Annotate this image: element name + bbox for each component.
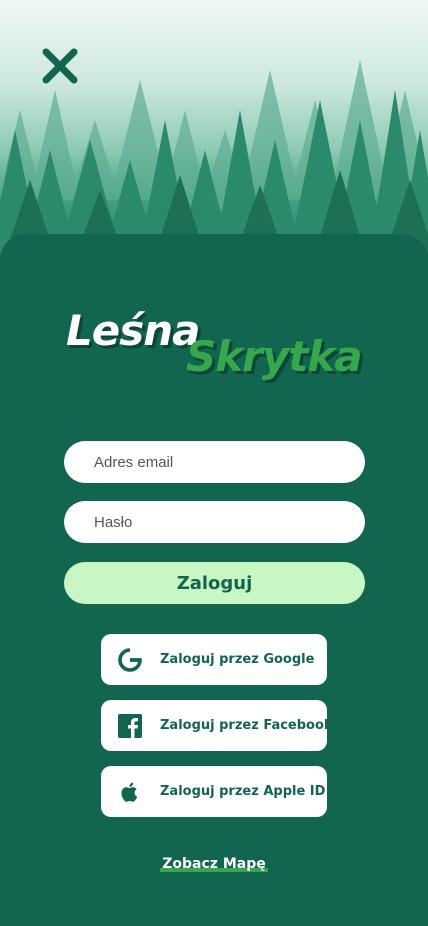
facebook-login-label: Zaloguj przez Facebook bbox=[160, 718, 333, 733]
close-icon bbox=[42, 48, 78, 84]
email-field[interactable] bbox=[64, 441, 365, 483]
facebook-icon bbox=[118, 714, 142, 738]
app-logo: Leśna Skrytka bbox=[0, 300, 428, 400]
close-button[interactable] bbox=[38, 44, 82, 88]
see-map-label: Zobacz Mapę bbox=[160, 856, 269, 872]
apple-login-button[interactable]: Zaloguj przez Apple ID bbox=[101, 766, 327, 817]
login-button-label: Zaloguj bbox=[176, 572, 253, 594]
google-login-label: Zaloguj przez Google bbox=[160, 652, 315, 667]
google-icon bbox=[118, 648, 142, 672]
forest-header-image bbox=[0, 0, 428, 270]
see-map-link[interactable]: Zobacz Mapę bbox=[0, 856, 428, 872]
facebook-login-button[interactable]: Zaloguj przez Facebook bbox=[101, 700, 333, 751]
logo-text-skrytka: Skrytka bbox=[186, 332, 363, 381]
forest-illustration bbox=[0, 60, 428, 270]
google-login-button[interactable]: Zaloguj przez Google bbox=[101, 634, 327, 685]
login-button[interactable]: Zaloguj bbox=[64, 562, 365, 604]
password-field[interactable] bbox=[64, 501, 365, 543]
apple-icon bbox=[121, 782, 138, 802]
logo-text-lesna: Leśna bbox=[66, 306, 200, 355]
apple-login-label: Zaloguj przez Apple ID bbox=[160, 784, 326, 799]
